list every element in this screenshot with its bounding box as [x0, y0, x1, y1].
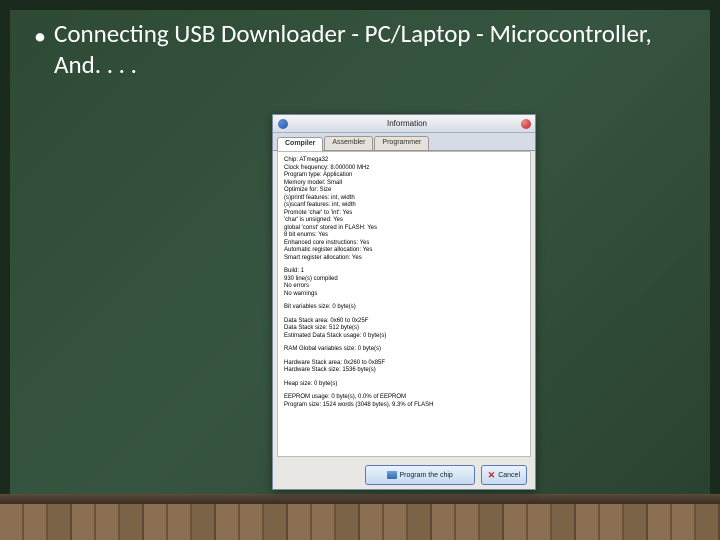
info-line: Hardware Stack size: 1536 byte(s) — [284, 367, 524, 375]
info-line: 'char' is unsigned: Yes — [284, 217, 524, 225]
bullet-marker: • — [34, 22, 46, 51]
program-chip-button[interactable]: Program the chip — [365, 465, 475, 485]
cancel-icon: ✕ — [488, 470, 496, 481]
info-line: Program size: 1524 words (3048 bytes), 9… — [284, 402, 524, 410]
tab-assembler[interactable]: Assembler — [324, 136, 373, 150]
info-line: Optimize for: Size — [284, 187, 524, 195]
info-line: Smart register allocation: Yes — [284, 255, 524, 263]
info-line: Bit variables size: 0 byte(s) — [284, 304, 524, 312]
info-line: Automatic register allocation: Yes — [284, 247, 524, 255]
info-line: Data Stack area: 0x60 to 0x25F — [284, 318, 524, 326]
info-line: Memory model: Small — [284, 180, 524, 188]
info-line: Hardware Stack area: 0x260 to 0x85F — [284, 360, 524, 368]
info-line: 8 bit enums: Yes — [284, 232, 524, 240]
info-line: Clock frequency: 8.000000 MHz — [284, 165, 524, 173]
close-icon[interactable] — [521, 119, 531, 129]
dialog-tabs: Compiler Assembler Programmer — [273, 133, 535, 151]
info-line: Data Stack size: 512 byte(s) — [284, 325, 524, 333]
tab-compiler[interactable]: Compiler — [277, 137, 323, 151]
info-line: No warnings — [284, 291, 524, 299]
info-line: Program type: Application — [284, 172, 524, 180]
dialog-titlebar: Information — [273, 115, 535, 133]
cancel-button[interactable]: ✕ Cancel — [481, 465, 527, 485]
dialog-footer: Program the chip ✕ Cancel — [273, 461, 535, 489]
info-line: RAM Global variables size: 0 byte(s) — [284, 346, 524, 354]
info-line: Enhanced core instructions: Yes — [284, 240, 524, 248]
info-line: Promote 'char' to 'int': Yes — [284, 210, 524, 218]
info-line: 930 line(s) compiled — [284, 276, 524, 284]
info-line: Estimated Data Stack usage: 0 byte(s) — [284, 333, 524, 341]
info-line: Build: 1 — [284, 268, 524, 276]
info-line: (s)scanf features: int, width — [284, 202, 524, 210]
chip-icon — [387, 471, 397, 479]
cancel-label: Cancel — [498, 472, 520, 479]
info-line: global 'const' stored in FLASH: Yes — [284, 225, 524, 233]
wood-floor — [0, 504, 720, 540]
tab-programmer[interactable]: Programmer — [374, 136, 429, 150]
dialog-content: Chip: ATmega32Clock frequency: 8.000000 … — [277, 151, 531, 457]
info-line: No errors — [284, 283, 524, 291]
info-line: EEPROM usage: 0 byte(s), 0.0% of EEPROM — [284, 394, 524, 402]
program-chip-label: Program the chip — [400, 472, 453, 479]
info-line: Chip: ATmega32 — [284, 157, 524, 165]
info-line: (s)printf features: int, width — [284, 195, 524, 203]
info-dialog: Information Compiler Assembler Programme… — [272, 114, 536, 490]
dialog-title: Information — [293, 119, 521, 128]
chalk-tray — [0, 494, 720, 504]
info-line: Heap size: 0 byte(s) — [284, 381, 524, 389]
slide-title: Connecting USB Downloader - PC/Laptop - … — [54, 18, 690, 81]
info-icon — [278, 119, 288, 129]
